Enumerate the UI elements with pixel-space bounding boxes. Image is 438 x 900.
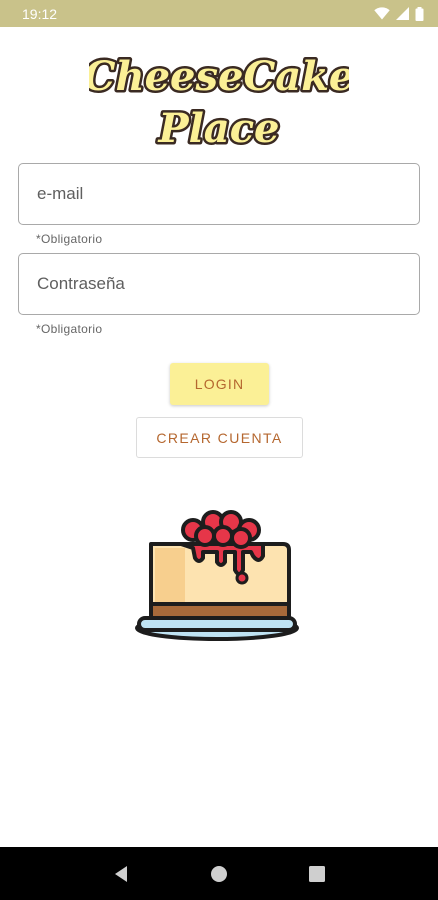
password-input[interactable] [37, 274, 419, 294]
logo-line1: CheeseCake [89, 53, 349, 100]
home-icon[interactable] [199, 854, 239, 894]
login-button[interactable]: LOGIN [170, 363, 269, 405]
status-time: 19:12 [22, 5, 58, 22]
wifi-icon [374, 7, 390, 20]
email-input[interactable] [37, 184, 419, 204]
back-icon[interactable] [101, 854, 141, 894]
recents-icon[interactable] [297, 854, 337, 894]
create-account-button[interactable]: CREAR CUENTA [136, 417, 303, 458]
email-field[interactable] [18, 163, 420, 225]
battery-icon [415, 6, 424, 21]
system-nav-bar [0, 847, 438, 900]
email-helper-text: *Obligatorio [36, 232, 103, 246]
status-bar: 19:12 [0, 0, 438, 27]
status-icons [374, 6, 424, 21]
password-field[interactable] [18, 253, 420, 315]
signal-icon [396, 7, 409, 20]
app-logo: CheeseCake Place [0, 46, 438, 156]
cheesecake-icon [133, 508, 305, 648]
password-helper-text: *Obligatorio [36, 322, 103, 336]
logo-line2: Place [158, 105, 280, 152]
